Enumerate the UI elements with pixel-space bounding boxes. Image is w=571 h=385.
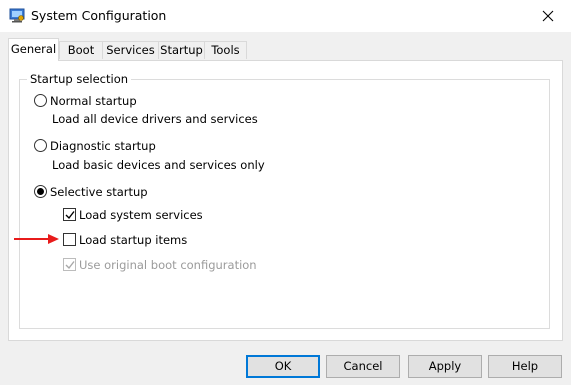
use-original-boot-config-checkbox [63,258,76,271]
system-config-app-icon [9,8,25,23]
apply-button[interactable]: Apply [408,355,482,378]
checkmark-icon [65,211,75,220]
load-startup-items-label[interactable]: Load startup items [79,233,187,247]
selective-startup-label[interactable]: Selective startup [50,185,148,199]
startup-selection-label: Startup selection [27,72,132,86]
normal-startup-label[interactable]: Normal startup [50,94,137,108]
use-original-boot-config-label: Use original boot configuration [79,258,257,272]
help-button[interactable]: Help [488,355,562,378]
normal-startup-description: Load all device drivers and services [52,112,258,126]
cancel-button[interactable]: Cancel [326,355,400,378]
tab-strip: General Boot Services Startup Tools [8,38,568,61]
load-system-services-label[interactable]: Load system services [79,208,203,222]
selective-startup-radio[interactable] [34,185,47,198]
load-startup-items-checkbox[interactable] [63,233,76,246]
diagnostic-startup-radio[interactable] [34,139,47,152]
ok-button[interactable]: OK [246,355,320,378]
red-arrow-annotation-icon [14,234,59,244]
load-system-services-checkbox[interactable] [63,208,76,221]
diagnostic-startup-description: Load basic devices and services only [52,158,265,172]
window-title: System Configuration [31,8,167,23]
diagnostic-startup-label[interactable]: Diagnostic startup [50,139,156,153]
normal-startup-radio[interactable] [34,94,47,107]
tab-general[interactable]: General [8,38,59,61]
checkmark-icon [65,261,75,270]
tab-startup[interactable]: Startup [158,41,205,59]
close-button[interactable] [525,0,571,32]
tab-boot[interactable]: Boot [59,41,103,59]
close-icon [542,10,554,22]
tab-tools[interactable]: Tools [204,41,247,59]
title-bar: System Configuration [0,0,571,32]
tab-services[interactable]: Services [102,41,159,59]
